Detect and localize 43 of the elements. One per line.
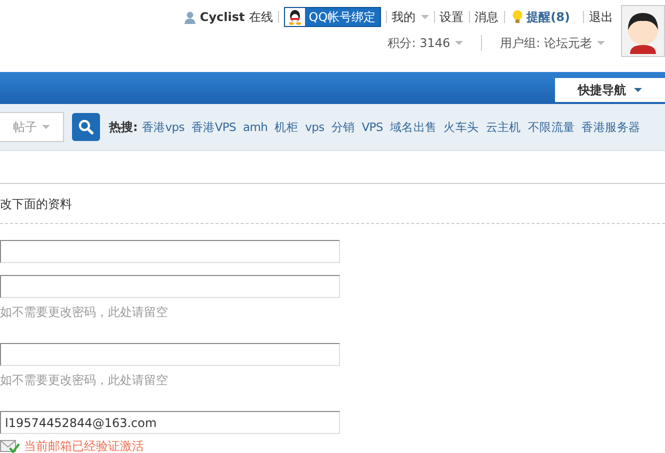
username-link[interactable]: Cyclist	[200, 10, 245, 24]
quick-nav-button[interactable]: 快捷导航	[555, 78, 665, 102]
menu-link[interactable]: 退出	[589, 8, 613, 26]
hot-search-link[interactable]: amh	[243, 120, 268, 134]
search-button[interactable]	[72, 113, 100, 141]
avatar-image[interactable]	[621, 5, 665, 57]
hot-search-link[interactable]: 火车头	[444, 120, 479, 134]
hot-search-link[interactable]: 不限流量	[528, 120, 575, 134]
qq-bind-button[interactable]: QQ帐号绑定	[284, 7, 381, 27]
penguin-icon	[284, 8, 305, 26]
user-icon	[184, 10, 196, 24]
hot-search-link[interactable]: 域名出售	[390, 120, 437, 134]
input-field[interactable]	[0, 275, 340, 298]
hot-search-link[interactable]: 云主机	[486, 120, 521, 134]
field-hint: 如不需要更改密码，此处请留空	[0, 372, 169, 389]
online-status: 在线	[248, 8, 273, 26]
menu-link[interactable]: 我的	[392, 8, 429, 26]
menu-link[interactable]: 消息	[474, 8, 499, 26]
input-field[interactable]	[0, 240, 340, 263]
form-intro: 改下面的资料	[0, 183, 665, 224]
input-field[interactable]	[0, 343, 340, 366]
hot-search-link[interactable]: VPS	[362, 120, 383, 134]
search-icon	[78, 119, 94, 135]
hot-search-link[interactable]: 香港VPS	[191, 120, 236, 134]
hot-search-link[interactable]: 机柜	[274, 120, 298, 134]
lightbulb-icon	[512, 10, 523, 24]
hot-search-link[interactable]: 香港vps	[142, 120, 184, 134]
caret-icon	[455, 41, 464, 45]
reminder-link[interactable]: 提醒(8)	[526, 8, 570, 26]
hot-search-link[interactable]: 香港服务器	[582, 120, 640, 134]
envelope-check-icon	[0, 440, 20, 453]
menu-link[interactable]: 设置	[440, 8, 464, 26]
hot-search-label: 热搜:	[109, 118, 138, 136]
search-type-select[interactable]: 帖子	[0, 112, 64, 142]
caret-icon	[597, 41, 605, 45]
hot-search-link[interactable]: vps	[305, 120, 324, 134]
input-field[interactable]: l19574452844@163.com	[0, 411, 340, 434]
field-hint: 如不需要更改密码，此处请留空	[0, 304, 169, 321]
stat-dropdown[interactable]: 积分: 3146	[388, 34, 464, 52]
hot-search-link[interactable]: 分销	[331, 120, 355, 134]
stat-dropdown[interactable]: 用户组: 论坛元老	[500, 34, 605, 52]
email-status: 当前邮箱已经验证激活	[24, 438, 144, 453]
caret-icon	[420, 15, 429, 19]
